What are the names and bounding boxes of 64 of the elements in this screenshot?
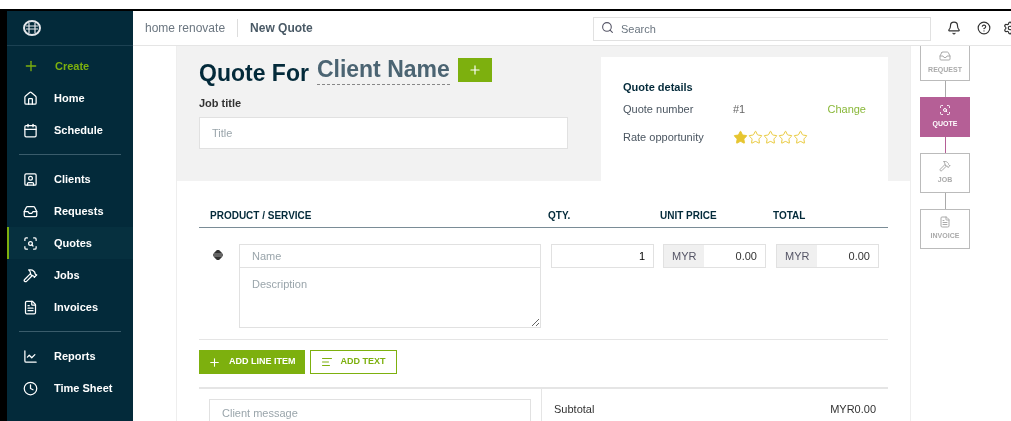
sidebar-item[interactable]: Schedule bbox=[7, 114, 133, 146]
sidebar-item[interactable]: Requests bbox=[7, 195, 133, 227]
drag-handle-icon[interactable] bbox=[213, 250, 223, 260]
sidebar-item[interactable]: Jobs bbox=[7, 259, 133, 291]
create-link[interactable]: Create bbox=[55, 57, 90, 75]
plus-icon bbox=[208, 355, 221, 369]
search-icon bbox=[601, 21, 614, 34]
subtotal-value: MYR0.00 bbox=[830, 402, 876, 417]
logo-icon bbox=[23, 20, 41, 36]
text-icon bbox=[320, 356, 333, 368]
magnifier-icon bbox=[23, 235, 38, 251]
sidebar-item[interactable]: Time Sheet bbox=[7, 372, 133, 404]
help-icon[interactable] bbox=[977, 21, 991, 35]
star-icon[interactable] bbox=[748, 129, 763, 145]
quantity-field[interactable]: 1 bbox=[551, 244, 654, 268]
star-icon[interactable] bbox=[793, 129, 808, 145]
document-icon bbox=[23, 299, 38, 315]
breadcrumb-link[interactable]: home renovate bbox=[145, 19, 239, 37]
quote-number-label: Quote number bbox=[623, 101, 695, 117]
unit-price-field[interactable]: MYR 0.00 bbox=[663, 244, 766, 268]
search-field[interactable]: Search bbox=[593, 17, 931, 41]
star-icon[interactable] bbox=[778, 129, 793, 145]
description-field[interactable]: Description bbox=[239, 268, 541, 328]
hammer-icon bbox=[939, 160, 951, 173]
column-header: PRODUCT / SERVICE bbox=[210, 209, 313, 223]
inbox-icon bbox=[23, 203, 38, 219]
subtotal-label: Subtotal bbox=[554, 402, 595, 417]
rate-label: Rate opportunity bbox=[623, 130, 705, 145]
job-title-label: Job title bbox=[199, 96, 243, 111]
plus-icon bbox=[23, 58, 39, 74]
sidebar-item[interactable]: Invoices bbox=[7, 291, 133, 323]
quote-details-heading: Quote details bbox=[623, 80, 694, 95]
column-header: TOTAL bbox=[773, 209, 806, 223]
star-icon[interactable] bbox=[733, 129, 748, 145]
client-message-field[interactable]: Client message bbox=[209, 399, 531, 421]
home-icon bbox=[23, 90, 38, 106]
column-header: UNIT PRICE bbox=[660, 209, 718, 223]
document-icon bbox=[939, 216, 951, 229]
quote-title: Quote For bbox=[199, 62, 309, 85]
plus-icon bbox=[467, 63, 482, 77]
client-name-link[interactable]: Client Name bbox=[316, 58, 450, 85]
sidebar-item[interactable]: Reports bbox=[7, 340, 133, 372]
column-header: QTY. bbox=[548, 209, 572, 223]
page-title: New Quote bbox=[249, 20, 313, 37]
clock-icon bbox=[23, 380, 38, 396]
name-field[interactable]: Name bbox=[239, 244, 541, 268]
star-icon[interactable] bbox=[763, 129, 778, 145]
inbox-icon bbox=[939, 50, 951, 63]
star-rating[interactable] bbox=[733, 129, 808, 145]
calendar-icon bbox=[23, 122, 38, 138]
contact-card-icon bbox=[23, 171, 38, 187]
job-title-field[interactable]: Title bbox=[199, 116, 568, 149]
sidebar-item[interactable]: Quotes bbox=[7, 227, 133, 259]
chart-icon bbox=[23, 348, 38, 364]
quote-number: #1 bbox=[733, 101, 746, 117]
hammer-icon bbox=[23, 267, 38, 283]
sidebar-item[interactable]: Clients bbox=[7, 163, 133, 195]
notification-icon[interactable] bbox=[947, 21, 961, 35]
currency-label: MYR bbox=[664, 245, 705, 267]
add-client-button[interactable] bbox=[457, 58, 492, 82]
total-field[interactable]: MYR 0.00 bbox=[776, 244, 879, 268]
magnifier-icon bbox=[939, 104, 951, 117]
sidebar-item[interactable]: Home bbox=[7, 82, 133, 114]
currency-label: MYR bbox=[777, 245, 818, 267]
